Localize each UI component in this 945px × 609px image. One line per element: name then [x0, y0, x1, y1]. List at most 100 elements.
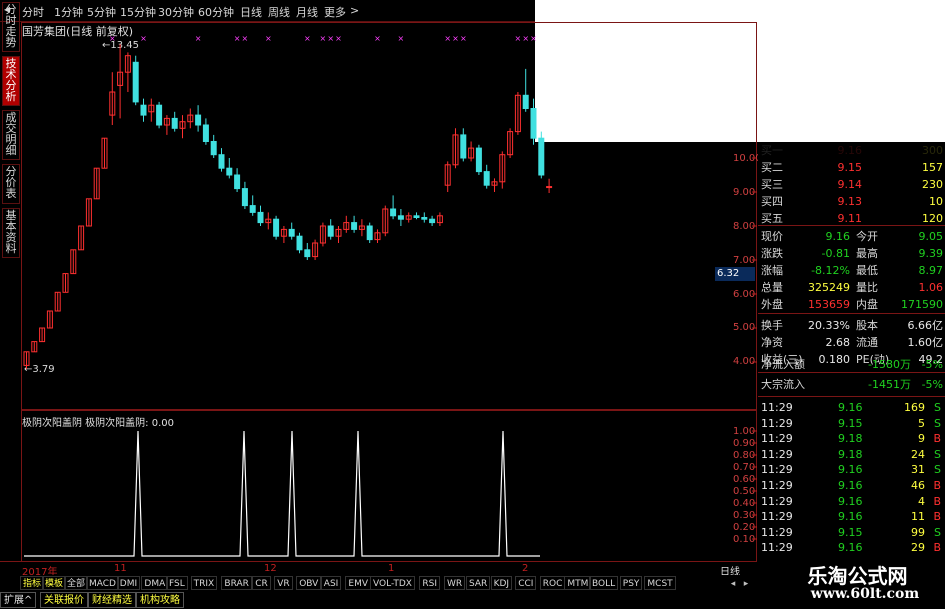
- current-price-box: 6.32: [715, 267, 755, 281]
- price-axis-label: 7.00: [733, 255, 756, 266]
- stat-value: 8.97: [918, 264, 944, 277]
- tick-volume: 5: [918, 416, 925, 430]
- price-axis-label: 9.00: [733, 187, 756, 198]
- tick-row: 11:29 9.16 29 B: [758, 539, 945, 556]
- stock-title: 国芳集团(日线 前复权): [22, 25, 134, 38]
- indicator-button[interactable]: VR: [274, 576, 293, 590]
- stat-value: 171590: [901, 298, 943, 311]
- tab-expand[interactable]: 扩展^: [0, 592, 37, 608]
- indicator-button[interactable]: BRAR: [221, 576, 252, 590]
- bottom-tab-bar: 扩展^ 关联报价 财经精选 机构攻略: [0, 591, 200, 609]
- tick-side: B: [933, 494, 941, 508]
- tab-related-quotes[interactable]: 关联报价: [40, 592, 88, 608]
- indicator-button[interactable]: MCST: [644, 576, 676, 590]
- stat-value: -8.12%: [811, 264, 850, 277]
- flow-label: 大宗流入: [761, 378, 805, 391]
- indicator-button[interactable]: SAR: [466, 576, 491, 590]
- stat-label: 股本: [856, 319, 878, 332]
- side-tab-price-dist[interactable]: 分价表: [2, 164, 20, 204]
- indicator-button[interactable]: OBV: [296, 576, 322, 590]
- tf-30min[interactable]: 30分钟: [158, 4, 194, 20]
- side-tab-intraday[interactable]: 分时走势: [2, 2, 20, 52]
- tf-weekly[interactable]: 周线: [268, 4, 290, 20]
- stat-label: 总量: [761, 281, 783, 294]
- side-tab-trades[interactable]: 成交明细: [2, 110, 20, 160]
- stat-value: 20.33%: [808, 319, 850, 332]
- stat-value: 325249: [808, 281, 850, 294]
- side-tab-technical[interactable]: 技术分析: [2, 56, 20, 106]
- tf-next-icon[interactable]: >: [350, 4, 359, 17]
- indicator-button[interactable]: DMA: [141, 576, 169, 590]
- low-marker: ←3.79: [24, 364, 55, 375]
- indicator-button[interactable]: MTM: [564, 576, 592, 590]
- scroll-right-icon[interactable]: ▸: [741, 578, 751, 590]
- price-axis-label: 5.00: [733, 322, 756, 333]
- tick-row: 11:29 9.15 5 S: [758, 415, 945, 432]
- scroll-left-icon[interactable]: ◂: [728, 578, 738, 590]
- quote-stat-row: 净资 2.68 流通 1.60亿: [758, 334, 945, 351]
- tick-row: 11:29 9.18 24 S: [758, 446, 945, 463]
- indicator-button[interactable]: CCI: [515, 576, 537, 590]
- indicator-button[interactable]: TRIX: [190, 576, 218, 590]
- tick-volume: 29: [911, 541, 925, 555]
- indicator-button[interactable]: BOLL: [589, 576, 619, 590]
- stat-label: 量比: [856, 281, 878, 294]
- order-price: 9.13: [837, 195, 863, 208]
- tf-15min[interactable]: 15分钟: [120, 4, 156, 20]
- tick-volume: 11: [911, 510, 925, 524]
- indicator-button[interactable]: WR: [444, 576, 466, 590]
- tf-more[interactable]: 更多: [324, 4, 346, 20]
- indicator-button[interactable]: 模板: [42, 576, 67, 590]
- tf-daily[interactable]: 日线: [240, 4, 262, 20]
- tick-side: B: [933, 432, 941, 446]
- indicator-button[interactable]: ROC: [539, 576, 566, 590]
- flow-pct: -5%: [921, 358, 943, 371]
- tick-volume: 4: [918, 494, 925, 508]
- tf-1min[interactable]: 1分钟: [54, 4, 83, 20]
- indicator-button[interactable]: ASI: [320, 576, 342, 590]
- indicator-button[interactable]: MACD: [86, 576, 119, 590]
- stat-label: 涨幅: [761, 264, 783, 277]
- tf-monthly[interactable]: 月线: [296, 4, 318, 20]
- tab-institution-guide[interactable]: 机构攻略: [136, 592, 184, 608]
- tf-intraday[interactable]: 分时: [22, 4, 44, 20]
- indicator-button[interactable]: FSL: [166, 576, 188, 590]
- indicator-button[interactable]: DMI: [116, 576, 141, 590]
- tick-price: 9.16: [838, 510, 863, 524]
- tab-finance-picks[interactable]: 财经精选: [88, 592, 136, 608]
- indicator-button[interactable]: EMV: [345, 576, 371, 590]
- indicator-button[interactable]: VOL-TDX: [370, 576, 415, 590]
- price-axis-label: 8.00: [733, 221, 756, 232]
- order-label: 买二: [761, 161, 783, 174]
- date-label: 11: [114, 563, 127, 574]
- tf-60min[interactable]: 60分钟: [198, 4, 234, 20]
- price-axis-label: 6.00: [733, 289, 756, 300]
- tick-side: B: [933, 541, 941, 555]
- stat-label: 涨跌: [761, 247, 783, 260]
- indicator-button[interactable]: PSY: [619, 576, 643, 590]
- indicator-button[interactable]: CR: [252, 576, 271, 590]
- tick-row: 11:29 9.15 99 S: [758, 524, 945, 541]
- quote-stat-row: 换手 20.33% 股本 6.66亿: [758, 317, 945, 334]
- indicator-button[interactable]: 全部: [64, 576, 89, 590]
- ind-axis-label: 0.30: [733, 510, 756, 521]
- tf-5min[interactable]: 5分钟: [87, 4, 116, 20]
- price-axis-label: 4.00: [733, 356, 756, 367]
- tick-price: 9.16: [838, 494, 863, 508]
- tick-volume: 99: [911, 525, 925, 539]
- indicator-title: 极阴次阳盖阴 极阴次阳盖阴: 0.00: [22, 418, 174, 429]
- side-tab-fundamentals[interactable]: 基本资料: [2, 208, 20, 258]
- indicator-button[interactable]: RSI: [419, 576, 441, 590]
- indicator-button[interactable]: KDJ: [490, 576, 513, 590]
- panel-separator: [758, 372, 945, 373]
- stat-value: 9.39: [918, 247, 944, 260]
- ind-axis-label: 0.80: [733, 450, 756, 461]
- indicator-button[interactable]: 指标: [20, 576, 45, 590]
- indicator-chart-frame: [21, 410, 757, 562]
- stat-label: 换手: [761, 319, 783, 332]
- flow-value: -1580万: [868, 358, 911, 371]
- tick-time: 11:29: [761, 401, 793, 414]
- tick-volume: 24: [911, 447, 925, 461]
- tick-price: 9.16: [838, 463, 863, 477]
- stat-label: 内盘: [856, 298, 878, 311]
